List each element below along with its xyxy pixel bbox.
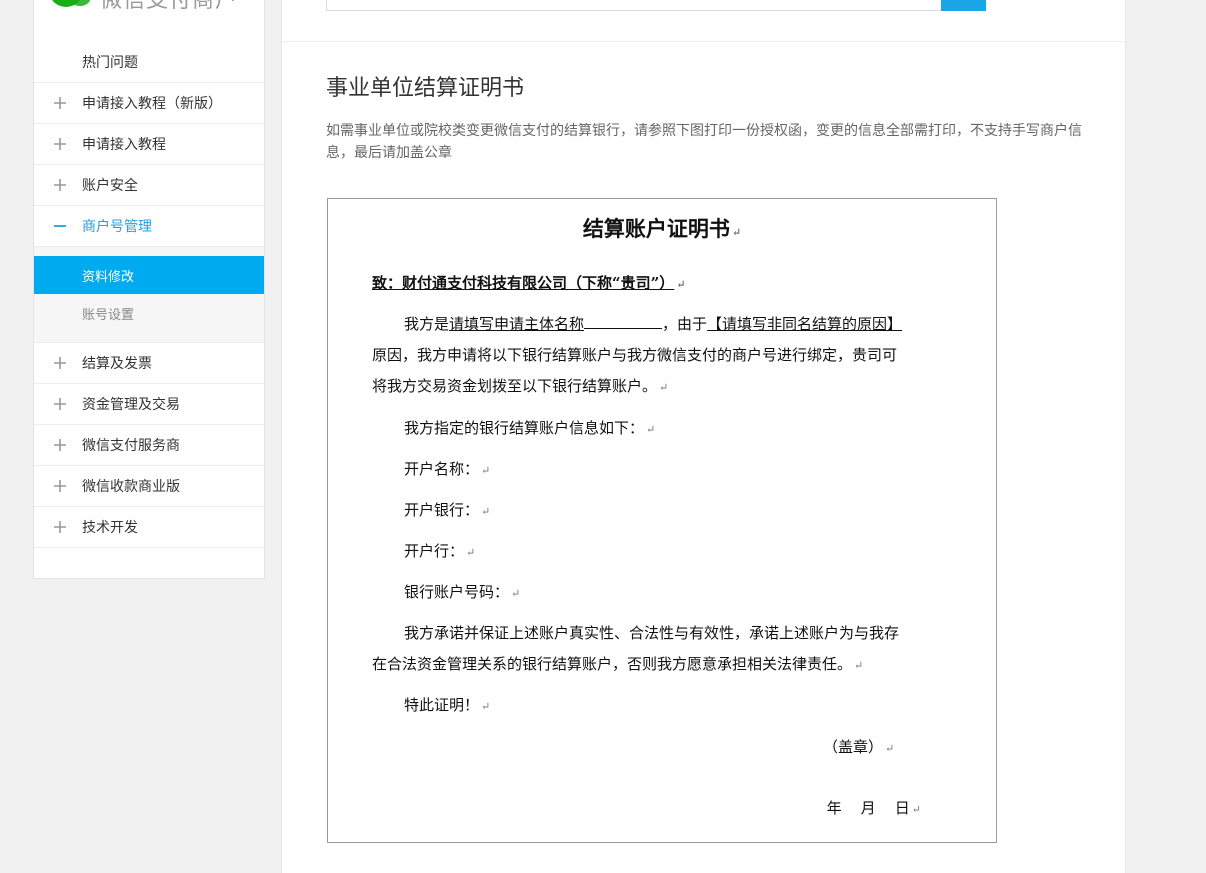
- document-paragraph-1-line-1: 我方是请填写申请主体名称 ，由于【请填写非同名结算的原因】: [404, 315, 903, 333]
- document-date: 年 月 日 ↵: [826, 799, 921, 817]
- main-panel: 事业单位结算证明书 如需事业单位或院校类变更微信支付的结算银行，请参照下图打印一…: [281, 0, 1126, 873]
- document-seal: （盖章） ↵: [823, 738, 895, 756]
- sidebar-item-tech-development[interactable]: 技术开发: [34, 507, 264, 548]
- document-title: 结算账户证明书 ↵: [582, 216, 742, 241]
- sidebar-item-label: 技术开发: [82, 520, 138, 536]
- header-divider: [282, 41, 1125, 42]
- sidebar-item-label: 资金管理及交易: [82, 397, 180, 413]
- document-field-bank: 开户银行： ↵: [404, 501, 491, 519]
- sidebar-item-label: 申请接入教程（新版）: [82, 96, 222, 112]
- plus-icon: [54, 138, 66, 150]
- sidebar-item-account-security[interactable]: 账户安全: [34, 165, 264, 206]
- plus-icon: [54, 97, 66, 109]
- search-button[interactable]: [941, 0, 986, 11]
- submenu-item-label: 资料修改: [82, 269, 135, 285]
- sidebar-item-label: 商户号管理: [82, 219, 152, 235]
- search-input[interactable]: [326, 0, 942, 11]
- plus-icon: [54, 357, 66, 369]
- sidebar-item-merchant-management[interactable]: 商户号管理: [34, 206, 264, 247]
- sidebar-item-label: 账户安全: [82, 178, 138, 194]
- document-paragraph-1-line-3: 将我方交易资金划拨至以下银行结算账户。 ↵: [372, 377, 669, 395]
- brand[interactable]: 微信支付商户: [50, 0, 238, 18]
- wechat-pay-logo-icon: [52, 0, 90, 7]
- document-paragraph-1-line-2: 原因，我方申请将以下银行结算账户与我方微信支付的商户号进行绑定，贵司可: [372, 346, 898, 364]
- document-field-account-number: 银行账户号码： ↵: [404, 583, 521, 601]
- page-description: 如需事业单位或院校类变更微信支付的结算银行，请参照下图打印一份授权函，变更的信息…: [326, 123, 1082, 161]
- page-title: 事业单位结算证明书: [326, 76, 525, 101]
- submenu-item-profile-edit[interactable]: 资料修改: [34, 256, 264, 294]
- document-field-branch: 开户行： ↵: [404, 542, 476, 560]
- sidebar-item-label: 申请接入教程: [82, 137, 166, 153]
- document-paragraph-3-line-2: 在合法资金管理关系的银行结算账户，否则我方愿意承担相关法律责任。 ↵: [372, 655, 864, 673]
- document-closing: 特此证明！ ↵: [404, 696, 491, 714]
- document-paragraph-3-line-1: 我方承诺并保证上述账户真实性、合法性与有效性，承诺上述账户为与我存: [404, 624, 900, 642]
- sidebar-item-label: 热门问题: [82, 55, 138, 71]
- sidebar-item-business-edition[interactable]: 微信收款商业版: [34, 466, 264, 507]
- sidebar-item-apply-tutorial-new[interactable]: 申请接入教程（新版）: [34, 83, 264, 124]
- brand-name: 微信支付商户: [100, 0, 239, 13]
- sidebar: 微信支付商户 热门问题 申请接入教程（新版） 申请接入教程 账户安全 商户号管理…: [33, 0, 265, 579]
- document-paragraph-2: 我方指定的银行结算账户信息如下： ↵: [404, 419, 656, 437]
- sidebar-item-settlement-invoice[interactable]: 结算及发票: [34, 343, 264, 384]
- submenu-item-label: 账号设置: [82, 307, 135, 323]
- document-image: 结算账户证明书 ↵ 致：财付通支付科技有限公司（下称“贵司”） ↵ 我方是请填写申请…: [327, 198, 997, 843]
- sidebar-item-label: 微信收款商业版: [82, 479, 180, 495]
- submenu-item-account-settings[interactable]: 账号设置: [34, 294, 264, 332]
- plus-icon: [54, 521, 66, 533]
- sidebar-item-funds-transactions[interactable]: 资金管理及交易: [34, 384, 264, 425]
- plus-icon: [54, 439, 66, 451]
- fill-blank: [584, 315, 663, 329]
- sidebar-item-label: 结算及发票: [82, 356, 152, 372]
- plus-icon: [54, 480, 66, 492]
- document-addressee: 致：财付通支付科技有限公司（下称“贵司”） ↵: [372, 274, 686, 292]
- sidebar-item-service-provider[interactable]: 微信支付服务商: [34, 425, 264, 466]
- plus-icon: [54, 398, 66, 410]
- submenu-merchant-management: 资料修改 账号设置: [34, 247, 264, 343]
- plus-icon: [54, 179, 66, 191]
- document-field-account-name: 开户名称： ↵: [404, 460, 491, 478]
- minus-icon: [54, 225, 66, 227]
- sidebar-item-apply-tutorial[interactable]: 申请接入教程: [34, 124, 264, 165]
- sidebar-item-hot-questions[interactable]: 热门问题: [34, 42, 264, 83]
- sidebar-item-label: 微信支付服务商: [82, 438, 180, 454]
